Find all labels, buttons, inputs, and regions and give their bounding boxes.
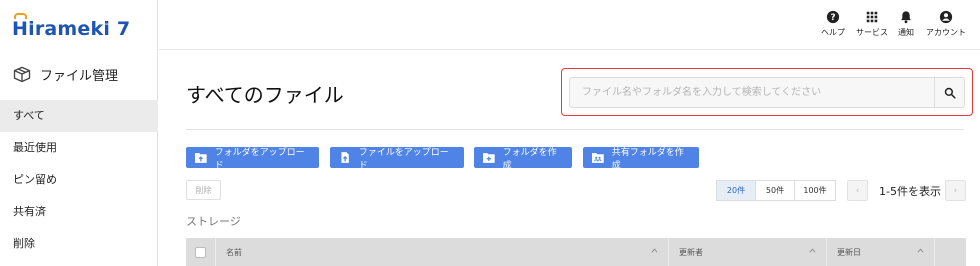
folder-add-icon — [483, 153, 495, 163]
notifications-label: 通知 — [898, 28, 914, 37]
select-all-checkbox[interactable] — [195, 246, 206, 258]
page-size-100[interactable]: 100件 — [794, 180, 836, 201]
upload-file-label: ファイルをアップロード — [358, 147, 449, 171]
hirameki-logo[interactable]: H irameki 7 — [12, 13, 131, 40]
file-table-header: 名前 更新者 更新日 — [186, 238, 966, 266]
search-input[interactable] — [569, 77, 935, 108]
select-all-cell — [186, 238, 216, 266]
page-size-20[interactable]: 20件 — [716, 180, 756, 201]
prev-page-button[interactable]: ‹ — [847, 180, 868, 201]
create-shared-folder-button[interactable]: 共有フォルダを作成 — [583, 147, 699, 171]
column-updated-at-label: 更新日 — [837, 247, 861, 257]
pagination-range: 1-5件を表示 — [879, 185, 941, 198]
search-button[interactable] — [934, 77, 965, 108]
create-folder-label: フォルダを作成 — [502, 147, 557, 171]
help-button[interactable]: ? ヘルプ — [821, 10, 845, 38]
create-folder-button[interactable]: フォルダを作成 — [474, 147, 572, 171]
delete-button[interactable]: 削除 — [186, 180, 221, 200]
sort-arrow-icon — [809, 248, 816, 253]
account-button[interactable]: アカウント — [926, 10, 966, 38]
search-icon — [944, 87, 956, 99]
column-updated-at[interactable]: 更新日 — [827, 238, 935, 266]
services-label: サービス — [856, 28, 888, 37]
sort-arrow-icon — [651, 248, 658, 253]
upload-file-button[interactable]: ファイルをアップロード — [330, 147, 464, 171]
upload-folder-button[interactable]: フォルダをアップロード — [186, 147, 319, 171]
sidebar-item-recent[interactable]: 最近使用 — [0, 132, 158, 164]
services-button[interactable]: サービス — [856, 10, 888, 38]
apps-grid-icon — [866, 11, 878, 23]
file-management-heading: ファイル管理 — [12, 64, 118, 84]
upload-folder-label: フォルダをアップロード — [214, 147, 305, 171]
folder-upload-icon — [195, 153, 207, 163]
account-label: アカウント — [926, 28, 966, 37]
box-icon — [13, 66, 31, 83]
sidebar-item-all[interactable]: すべて — [0, 100, 158, 132]
logo-text: irameki 7 — [28, 18, 131, 40]
shared-folder-icon — [592, 153, 604, 163]
header-divider — [186, 129, 964, 130]
column-updated-by[interactable]: 更新者 — [669, 238, 827, 266]
storage-label: ストレージ — [186, 215, 241, 228]
notifications-button[interactable]: 通知 — [898, 10, 914, 38]
create-shared-folder-label: 共有フォルダを作成 — [611, 147, 684, 171]
sidebar: H irameki 7 ファイル管理 すべて 最近使用 ピン留め 共有済 削除 — [0, 0, 158, 266]
column-name[interactable]: 名前 — [216, 238, 669, 266]
logo-initial: H — [12, 13, 29, 40]
chevron-left-icon: ‹ — [855, 185, 860, 196]
column-updated-by-label: 更新者 — [679, 247, 703, 257]
page-size-selector: 20件 50件 100件 — [716, 180, 836, 201]
column-name-label: 名前 — [226, 247, 242, 257]
column-actions — [935, 238, 966, 266]
sort-arrow-icon — [917, 248, 924, 253]
sidebar-item-shared[interactable]: 共有済 — [0, 196, 158, 228]
sidebar-item-deleted[interactable]: 削除 — [0, 228, 158, 260]
account-icon — [939, 10, 953, 24]
file-management-label: ファイル管理 — [40, 68, 119, 84]
next-page-button[interactable]: › — [945, 180, 966, 201]
sidebar-item-pinned[interactable]: ピン留め — [0, 164, 158, 196]
chevron-right-icon: › — [953, 185, 958, 196]
sidebar-nav: すべて 最近使用 ピン留め 共有済 削除 — [0, 100, 158, 260]
page-size-50[interactable]: 50件 — [755, 180, 795, 201]
help-label: ヘルプ — [821, 28, 845, 37]
svg-text:?: ? — [830, 13, 835, 23]
page-title: すべてのファイル — [186, 83, 344, 107]
help-icon: ? — [826, 10, 840, 24]
bell-icon — [901, 11, 911, 24]
file-upload-icon — [341, 152, 349, 163]
